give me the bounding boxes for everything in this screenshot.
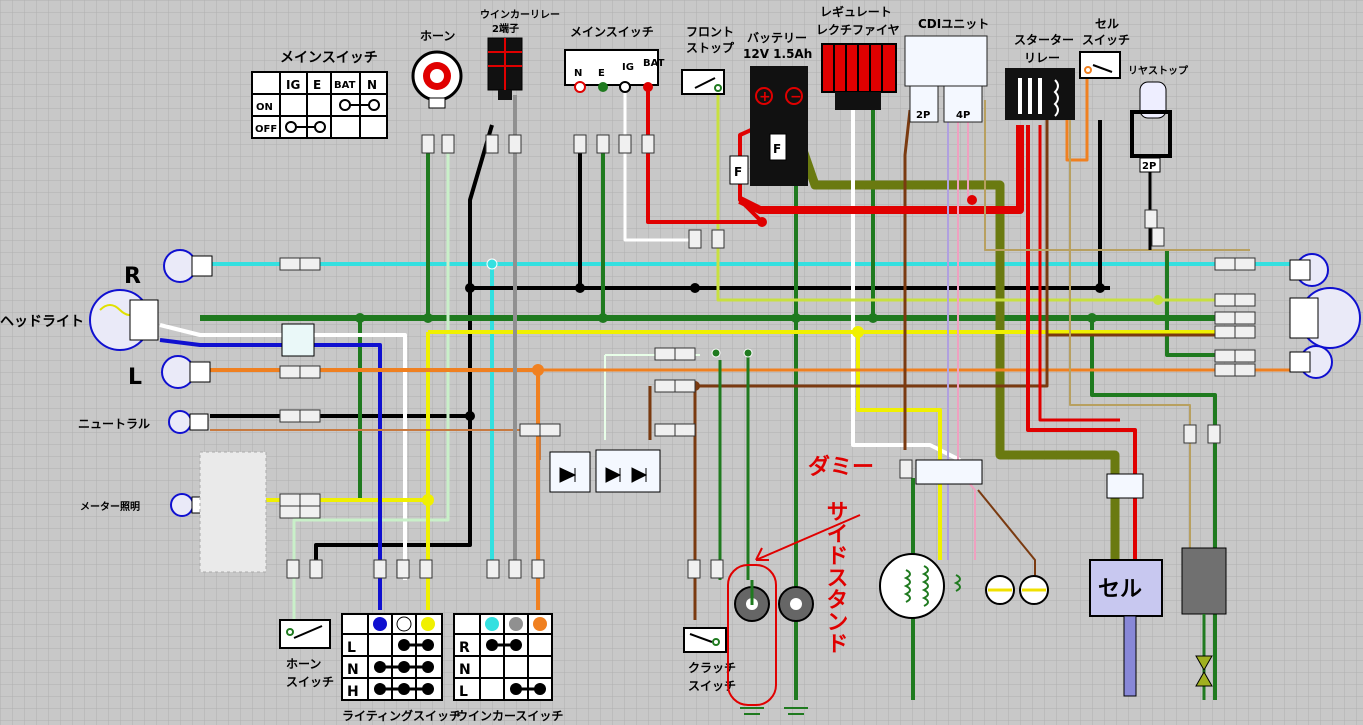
main-switch-conn-ig: IG bbox=[622, 62, 634, 73]
headlight-joint bbox=[281, 323, 315, 357]
rear-stop-label: リヤストップ bbox=[1128, 64, 1189, 77]
meter-panel bbox=[199, 451, 267, 573]
horn-switch-label-2: スイッチ bbox=[286, 675, 334, 689]
cell-switch-label-1: セル bbox=[1095, 17, 1119, 31]
lighting-l: L bbox=[347, 640, 356, 656]
starter-relay-label-1: スターター bbox=[1014, 33, 1074, 47]
fuse-label-1: F bbox=[773, 142, 781, 156]
starter-relay-label-2: リレー bbox=[1024, 51, 1060, 65]
battery-label-2: 12V 1.5Ah bbox=[743, 47, 812, 61]
main-switch-connector: メインスイッチ N E IG BAT bbox=[564, 25, 665, 93]
starter-relay: スターター リレー bbox=[1005, 33, 1075, 120]
starter-motor-label: セル bbox=[1098, 577, 1142, 602]
horn-label: ホーン bbox=[420, 29, 455, 43]
cdi-label: CDIユニット bbox=[918, 17, 989, 31]
main-switch-e-header: E bbox=[313, 78, 321, 92]
fuse-label-2: F bbox=[734, 165, 742, 179]
front-stop-label-1: フロント bbox=[686, 25, 734, 39]
main-switch-ig-header: IG bbox=[286, 78, 300, 92]
winker-r: R bbox=[459, 640, 470, 656]
winker-n: N bbox=[459, 662, 471, 678]
left-winker-label: L bbox=[128, 365, 142, 390]
main-switch-bat-header: BAT bbox=[334, 80, 356, 91]
svg-text:+: + bbox=[759, 89, 771, 105]
fuse-main: F bbox=[729, 155, 749, 185]
winker-l: L bbox=[459, 684, 468, 700]
cell-switch-label-2: スイッチ bbox=[1082, 33, 1130, 47]
winker-switch-label: ウインカースイッチ bbox=[456, 709, 563, 723]
main-switch-conn-e: E bbox=[598, 68, 605, 79]
dummy-note-line-1: ダミー bbox=[808, 454, 874, 480]
regulator-label-2: レクチファイヤ bbox=[816, 23, 900, 37]
main-switch-conn-n: N bbox=[574, 68, 582, 79]
meter-light-label: メーター照明 bbox=[80, 501, 140, 513]
battery: バッテリー 12V 1.5Ah + − F bbox=[743, 31, 812, 186]
right-winker-label: R bbox=[124, 264, 141, 289]
main-switch-on-row: ON bbox=[256, 102, 273, 113]
main-switch-off-row: OFF bbox=[255, 124, 277, 135]
lighting-h: H bbox=[347, 684, 359, 700]
winker-relay-label-2: 2端子 bbox=[492, 22, 519, 35]
headlight-label: ヘッドライト bbox=[0, 314, 84, 330]
battery-label-1: バッテリー bbox=[747, 31, 807, 45]
lighting-n: N bbox=[347, 662, 359, 678]
main-switch-conn-bat: BAT bbox=[643, 58, 665, 69]
winker-relay-label-1: ウインカーリレー bbox=[480, 9, 560, 21]
main-switch-table-title: メインスイッチ bbox=[280, 50, 378, 66]
rear-2p-label: 2P bbox=[1142, 161, 1156, 172]
main-switch-conn-label: メインスイッチ bbox=[570, 25, 654, 39]
wiring-diagram: メインスイッチ IG E BAT N ON OFF ホーン ウインカーリレー 2… bbox=[0, 0, 1363, 725]
lighting-switch-label: ライティングスイッチ bbox=[342, 708, 461, 723]
neutral-label: ニュートラル bbox=[78, 417, 150, 431]
cdi-2p-label: 2P bbox=[916, 110, 930, 121]
dummy-note-line-2: サイドスタンド bbox=[823, 500, 848, 654]
svg-text:−: − bbox=[790, 89, 802, 105]
front-stop-label-2: ストップ bbox=[686, 40, 735, 55]
main-switch-n-header: N bbox=[367, 78, 377, 92]
horn-switch-label-1: ホーン bbox=[286, 657, 321, 671]
regulator-label-1: レギュレート bbox=[820, 4, 892, 19]
cdi-4p-label: 4P bbox=[956, 110, 970, 121]
diode-blocks bbox=[549, 449, 661, 493]
